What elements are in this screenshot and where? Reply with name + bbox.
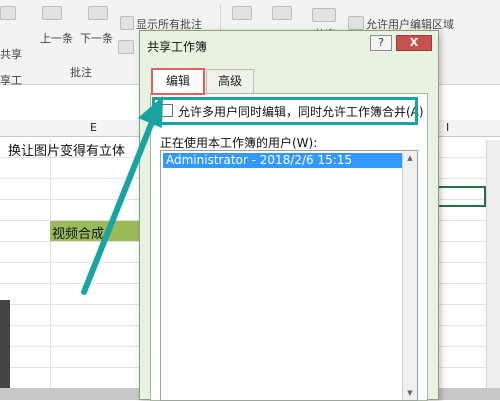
pen-icon[interactable] xyxy=(118,40,134,54)
share-workbook-dialog: 共享工作簿 ? X 高级 编辑 允许多用户同时编辑，同时允许工作簿合并(A) 正… xyxy=(139,30,439,401)
column-header-i[interactable]: I xyxy=(446,121,449,134)
share-workbook-icon[interactable] xyxy=(312,8,336,22)
cell-text-1[interactable]: 换让图片变得有立体 xyxy=(8,140,125,159)
grid-line xyxy=(50,136,51,400)
close-button[interactable]: X xyxy=(396,35,432,51)
protect-sheet-icon[interactable] xyxy=(232,6,252,20)
allow-edit-ranges-icon xyxy=(348,16,364,30)
left-edge-shade xyxy=(0,300,10,400)
allow-multi-user-row[interactable]: 允许多用户同时编辑，同时允许工作簿合并(A) xyxy=(156,101,424,121)
scroll-down-icon[interactable]: ▼ xyxy=(403,386,417,400)
listbox-scrollbar[interactable]: ▲ ▼ xyxy=(402,151,417,400)
prev-comment-icon[interactable] xyxy=(42,6,62,20)
comments-group-label: 批注 xyxy=(70,66,92,79)
new-comment-icon[interactable] xyxy=(0,6,16,20)
scroll-up-icon[interactable]: ▲ xyxy=(403,151,417,165)
users-listbox[interactable]: Administrator - 2018/2/6 15:15 ▲ ▼ xyxy=(160,150,418,401)
help-button[interactable]: ? xyxy=(370,35,392,51)
tab-advanced[interactable]: 高级 xyxy=(206,69,254,93)
next-comment-icon[interactable] xyxy=(88,6,108,20)
next-comment-button[interactable]: 下一条 xyxy=(80,30,113,46)
allow-multi-user-checkbox[interactable] xyxy=(160,104,173,117)
clipped-label-1: 共享 xyxy=(0,48,22,61)
tab-edit[interactable]: 编辑 xyxy=(152,69,204,94)
allow-multi-user-label[interactable]: 允许多用户同时编辑，同时允许工作簿合并(A) xyxy=(178,103,424,120)
user-list-item[interactable]: Administrator - 2018/2/6 15:15 xyxy=(163,153,404,168)
dialog-title: 共享工作簿 xyxy=(147,40,208,54)
selected-cell[interactable] xyxy=(436,186,486,207)
users-list-label: 正在使用本工作簿的用户(W): xyxy=(160,136,318,150)
column-header-e[interactable]: E xyxy=(90,121,97,134)
cell-text-2[interactable]: 视频合成 xyxy=(52,223,104,242)
protect-workbook-icon[interactable] xyxy=(272,6,292,20)
prev-comment-button[interactable]: 上一条 xyxy=(40,30,73,46)
show-comments-icon xyxy=(120,16,134,30)
vertical-scrollbar[interactable] xyxy=(486,140,500,400)
